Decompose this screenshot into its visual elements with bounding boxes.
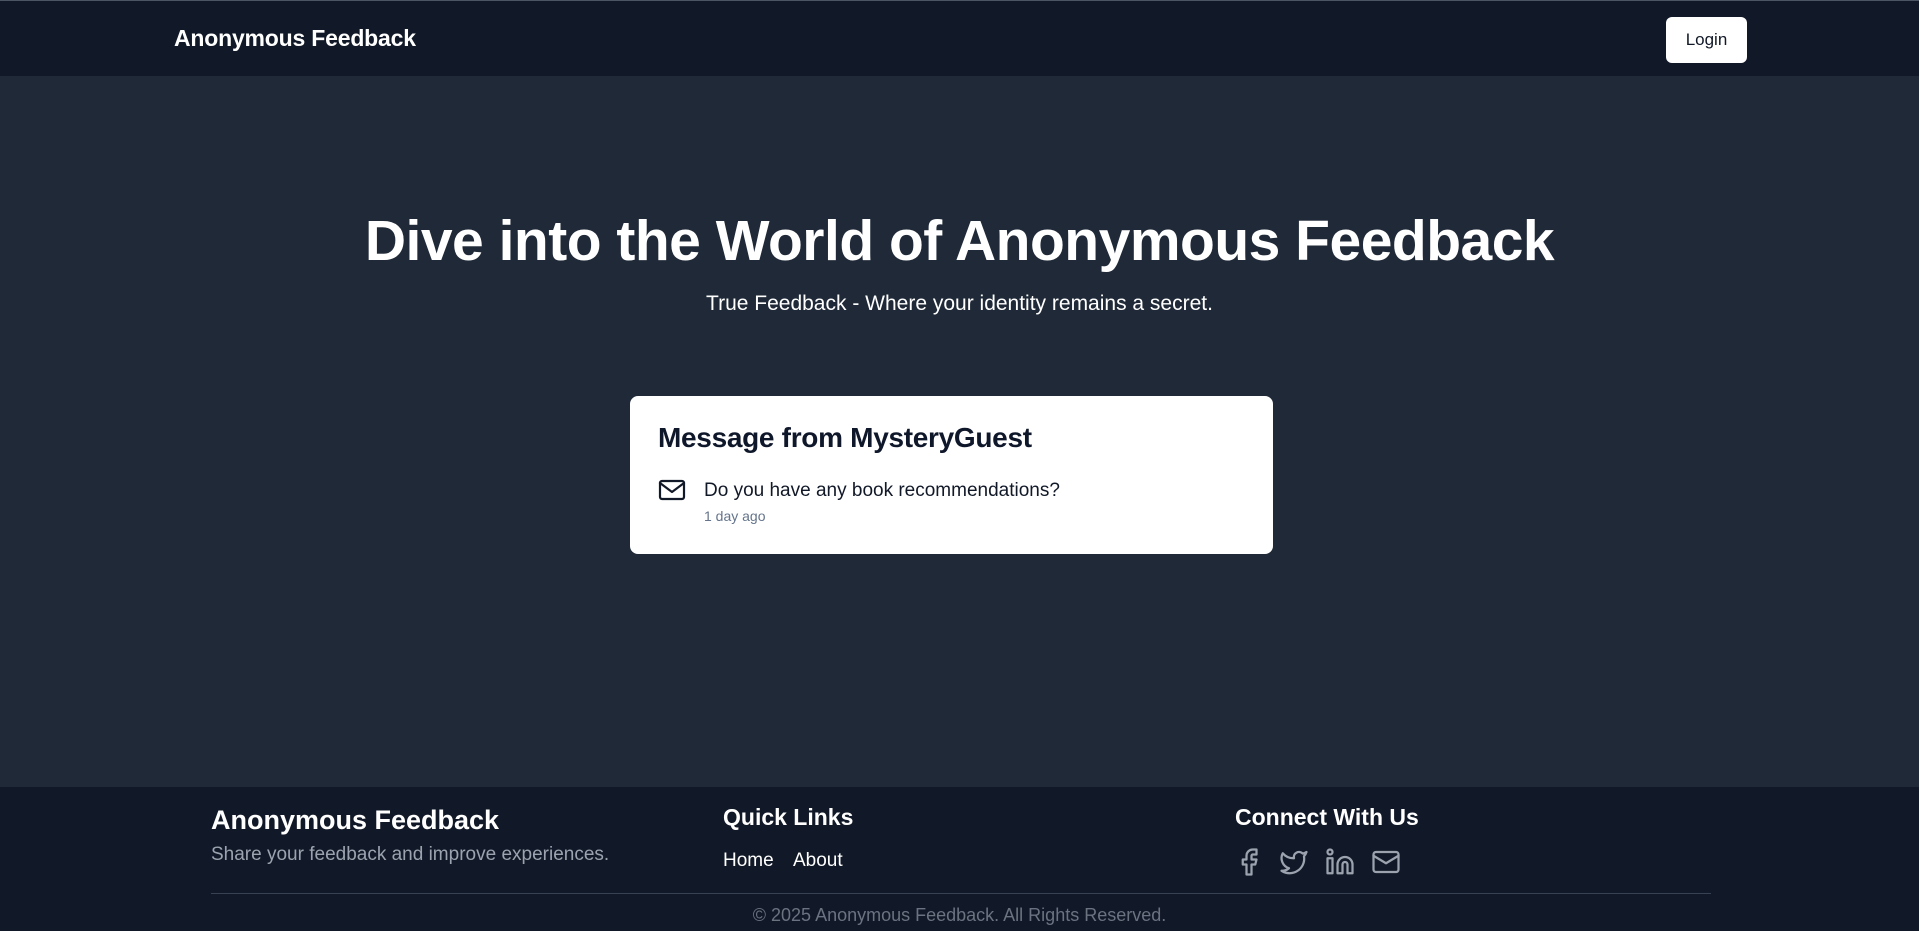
email-icon[interactable] [1371, 847, 1401, 877]
twitter-icon[interactable] [1279, 847, 1309, 877]
message-card: Message from MysteryGuest Do you have an… [630, 396, 1273, 554]
brand-logo-text[interactable]: Anonymous Feedback [174, 25, 416, 52]
linkedin-icon[interactable] [1325, 847, 1355, 877]
footer-link-about[interactable]: About [793, 850, 843, 872]
footer-divider [211, 893, 1711, 894]
message-card-title: Message from MysteryGuest [658, 422, 1032, 453]
connect-heading: Connect With Us [1235, 804, 1419, 830]
quick-links-heading: Quick Links [723, 804, 854, 830]
top-navbar: Anonymous Feedback Login [0, 0, 1919, 76]
message-timestamp: 1 day ago [704, 508, 766, 524]
copyright-text: © 2025 Anonymous Feedback. All Rights Re… [752, 905, 1167, 925]
footer-brand: Anonymous Feedback [211, 805, 500, 835]
facebook-icon[interactable] [1234, 847, 1264, 877]
login-button[interactable]: Login [1666, 17, 1747, 63]
hero-subtitle: True Feedback - Where your identity rema… [706, 292, 1213, 315]
message-text: Do you have any book recommendations? [704, 480, 1060, 501]
footer-tagline: Share your feedback and improve experien… [211, 844, 610, 865]
hero-title: Dive into the World of Anonymous Feedbac… [364, 209, 1555, 273]
footer: Anonymous Feedback Share your feedback a… [0, 787, 1919, 931]
footer-link-home[interactable]: Home [723, 850, 774, 872]
mail-icon [658, 478, 686, 502]
